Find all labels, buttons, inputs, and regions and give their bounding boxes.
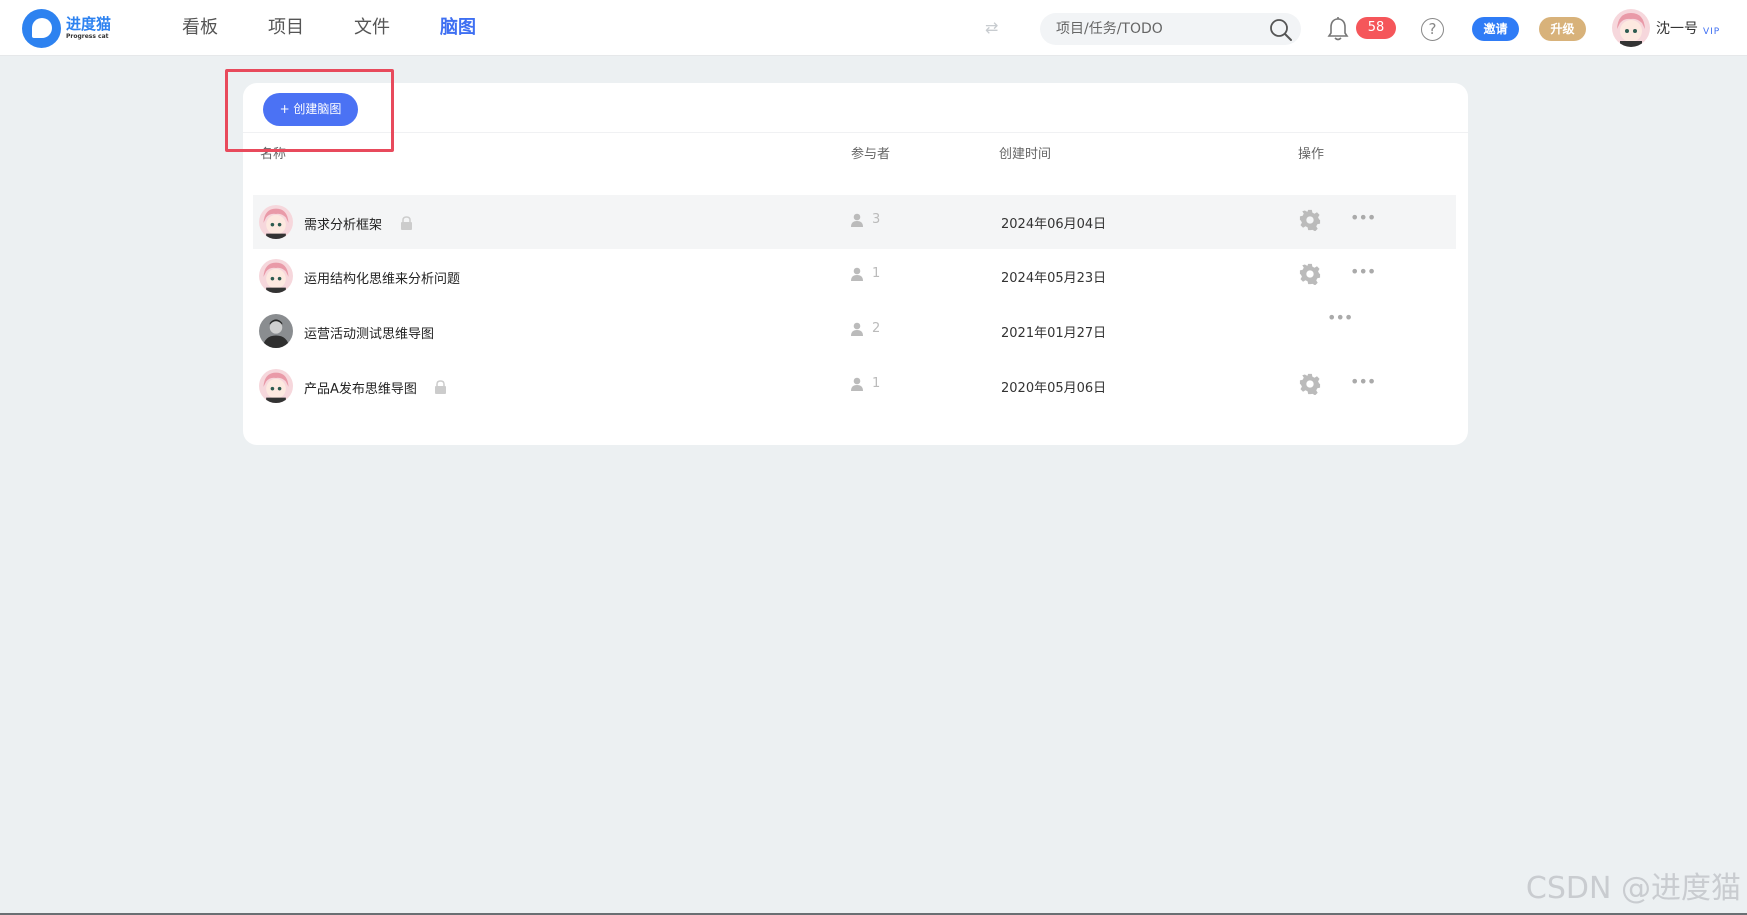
column-name: 名称 xyxy=(260,147,287,162)
lock-icon xyxy=(435,380,446,394)
upgrade-button[interactable]: 升级 xyxy=(1539,17,1586,41)
anime-avatar-icon xyxy=(259,205,293,239)
person-icon xyxy=(851,322,863,336)
search-input[interactable] xyxy=(1056,19,1256,39)
card-toolbar: + 创建脑图 xyxy=(243,83,1468,133)
table-row[interactable]: 运营活动测试思维导图 2 2021年01月27日 ••• xyxy=(253,304,1456,358)
person-icon xyxy=(851,213,863,227)
owner-avatar xyxy=(259,205,293,239)
person-icon xyxy=(851,377,863,391)
mindmap-list-card: + 创建脑图 名称 参与者 创建时间 操作 需求分析框架 3 2024年06月0… xyxy=(243,83,1468,445)
participant-count: 2 xyxy=(850,321,880,336)
lock-icon xyxy=(401,216,412,230)
logo-subtitle: Progress cat xyxy=(66,33,109,40)
participant-count: 3 xyxy=(850,212,880,227)
watermark: CSDN @进度猫 xyxy=(1525,871,1741,906)
logo[interactable]: 进度猫 Progress cat xyxy=(22,9,111,48)
mindmap-name[interactable]: 需求分析框架 xyxy=(304,214,382,233)
main-nav: 看板 项目 文件 脑图 xyxy=(182,0,526,56)
anime-avatar-icon xyxy=(1612,9,1650,47)
search-icon[interactable] xyxy=(1269,18,1293,42)
column-participants: 参与者 xyxy=(851,147,891,162)
nav-files[interactable]: 文件 xyxy=(354,0,390,56)
vip-badge: VIP xyxy=(1703,27,1721,37)
search-box xyxy=(1040,13,1301,45)
invite-button[interactable]: 邀请 xyxy=(1472,17,1519,41)
participant-count: 1 xyxy=(850,266,880,281)
gear-icon[interactable] xyxy=(1299,263,1321,285)
owner-avatar xyxy=(259,259,293,293)
help-icon[interactable]: ? xyxy=(1421,18,1444,41)
anime-avatar-icon xyxy=(259,259,293,293)
username[interactable]: 沈一号 xyxy=(1656,18,1698,38)
create-mindmap-button[interactable]: + 创建脑图 xyxy=(263,93,358,126)
created-date: 2024年05月23日 xyxy=(1001,271,1107,286)
person-icon xyxy=(851,267,863,281)
gear-icon[interactable] xyxy=(1299,209,1321,231)
created-date: 2021年01月27日 xyxy=(1001,326,1107,341)
mindmap-name[interactable]: 运用结构化思维来分析问题 xyxy=(304,268,460,287)
gear-icon[interactable] xyxy=(1299,373,1321,395)
mindmap-name[interactable]: 运营活动测试思维导图 xyxy=(304,323,434,342)
anime-avatar-icon xyxy=(259,369,293,403)
mindmap-name[interactable]: 产品A发布思维导图 xyxy=(304,378,417,397)
table-header: 名称 参与者 创建时间 操作 xyxy=(243,143,1468,173)
notification-badge[interactable]: 58 xyxy=(1356,17,1396,39)
more-icon[interactable]: ••• xyxy=(1350,374,1376,390)
more-icon[interactable]: ••• xyxy=(1350,264,1376,280)
nav-projects[interactable]: 项目 xyxy=(268,0,304,56)
bell-icon[interactable] xyxy=(1326,16,1350,42)
created-date: 2024年06月04日 xyxy=(1001,217,1107,232)
nav-kanban[interactable]: 看板 xyxy=(182,0,218,56)
created-date: 2020年05月06日 xyxy=(1001,381,1107,396)
more-icon[interactable]: ••• xyxy=(1350,210,1376,226)
cat-logo-icon xyxy=(22,9,61,48)
table-row[interactable]: 需求分析框架 3 2024年06月04日 ••• xyxy=(253,195,1456,249)
more-icon[interactable]: ••• xyxy=(1327,310,1353,326)
logo-name: 进度猫 xyxy=(66,15,112,33)
person-photo-icon xyxy=(259,314,293,348)
swap-icon[interactable]: ⇄ xyxy=(985,18,998,37)
top-bar: 进度猫 Progress cat 看板 项目 文件 脑图 ⇄ 58 ? 邀请 升… xyxy=(0,0,1747,56)
column-created: 创建时间 xyxy=(999,147,1052,162)
user-avatar[interactable] xyxy=(1612,9,1650,47)
participant-count: 1 xyxy=(850,376,880,391)
owner-avatar xyxy=(259,369,293,403)
owner-avatar xyxy=(259,314,293,348)
table-row[interactable]: 产品A发布思维导图 1 2020年05月06日 ••• xyxy=(253,359,1456,413)
table-row[interactable]: 运用结构化思维来分析问题 1 2024年05月23日 ••• xyxy=(253,249,1456,303)
column-actions: 操作 xyxy=(1298,147,1325,162)
nav-mindmap[interactable]: 脑图 xyxy=(440,0,476,56)
